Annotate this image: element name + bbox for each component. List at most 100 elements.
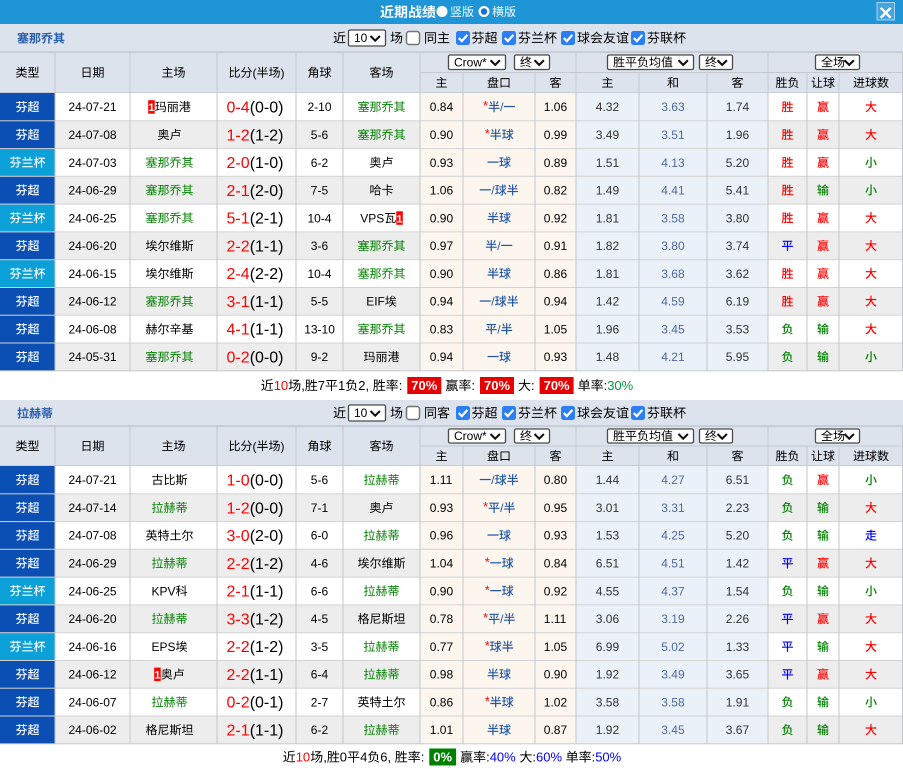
svg-text:(0-1): (0-1) — [250, 695, 284, 712]
svg-text:0-2: 0-2 — [227, 350, 250, 367]
svg-text:3.67: 3.67 — [726, 723, 750, 737]
svg-text:13-10: 13-10 — [304, 322, 335, 336]
svg-text:0.89: 0.89 — [544, 156, 568, 170]
svg-text:24-06-07: 24-06-07 — [69, 695, 117, 709]
svg-text:1.42: 1.42 — [726, 557, 750, 571]
svg-text:24-07-21: 24-07-21 — [69, 473, 117, 487]
svg-text:1.51: 1.51 — [596, 156, 620, 170]
svg-text:1.82: 1.82 — [596, 239, 620, 253]
svg-text:2-1: 2-1 — [227, 183, 250, 200]
svg-text:): ) — [281, 66, 285, 80]
svg-text:(1-1): (1-1) — [250, 238, 284, 255]
svg-text:EIF: EIF — [366, 295, 385, 309]
svg-text:5.20: 5.20 — [726, 156, 750, 170]
svg-text:1.54: 1.54 — [726, 584, 750, 598]
svg-text:10: 10 — [296, 750, 310, 765]
svg-text:0.84: 0.84 — [430, 100, 454, 114]
svg-text:1.01: 1.01 — [430, 723, 454, 737]
svg-text:4-6: 4-6 — [311, 557, 329, 571]
svg-text:(0-0): (0-0) — [250, 500, 284, 517]
svg-text:(0-0): (0-0) — [250, 100, 284, 117]
svg-text:3.49: 3.49 — [661, 668, 685, 682]
svg-text:70%: 70% — [484, 378, 510, 393]
svg-text:(1-2): (1-2) — [250, 611, 284, 628]
svg-text:3.45: 3.45 — [661, 723, 685, 737]
svg-text:1.05: 1.05 — [544, 322, 568, 336]
svg-text:(1-1): (1-1) — [250, 723, 284, 740]
svg-text:60%: 60% — [536, 750, 562, 765]
svg-text:4.37: 4.37 — [661, 584, 685, 598]
svg-text:0.93: 0.93 — [544, 350, 568, 364]
svg-text:24-06-08: 24-06-08 — [69, 322, 117, 336]
svg-text:KPV: KPV — [152, 584, 176, 598]
svg-text:0: 0 — [340, 750, 347, 765]
svg-text:2-1: 2-1 — [227, 723, 250, 740]
svg-text:5-6: 5-6 — [311, 128, 329, 142]
svg-text:1-0: 1-0 — [227, 473, 250, 490]
svg-text:(1-2): (1-2) — [250, 127, 284, 144]
svg-text:3.31: 3.31 — [661, 501, 685, 515]
svg-text:70%: 70% — [544, 378, 570, 393]
svg-text:3.65: 3.65 — [726, 668, 750, 682]
svg-text::: : — [421, 750, 425, 765]
svg-text:3.58: 3.58 — [661, 211, 685, 225]
svg-text:2.23: 2.23 — [726, 501, 750, 515]
svg-text:0.90: 0.90 — [430, 267, 454, 281]
svg-text:4-5: 4-5 — [311, 612, 329, 626]
svg-text:(2-0): (2-0) — [250, 528, 284, 545]
svg-text:1.91: 1.91 — [726, 695, 750, 709]
svg-text:3.62: 3.62 — [726, 267, 750, 281]
svg-text:24-07-08: 24-07-08 — [69, 128, 117, 142]
svg-text:3.58: 3.58 — [596, 695, 620, 709]
svg-text:0.99: 0.99 — [544, 128, 568, 142]
svg-text:(: ( — [253, 66, 257, 80]
svg-text:24-06-15: 24-06-15 — [69, 267, 117, 281]
svg-text:0.90: 0.90 — [430, 584, 454, 598]
svg-text:2-4: 2-4 — [227, 266, 250, 283]
svg-text:2-2: 2-2 — [227, 238, 250, 255]
svg-text:*: * — [485, 693, 490, 708]
svg-text:9-2: 9-2 — [311, 350, 329, 364]
svg-text:*: * — [485, 126, 490, 141]
svg-text:0.91: 0.91 — [544, 239, 568, 253]
svg-text:4.41: 4.41 — [661, 184, 685, 198]
svg-text:4.55: 4.55 — [596, 584, 620, 598]
svg-text:6.51: 6.51 — [596, 557, 620, 571]
svg-text:(2-0): (2-0) — [250, 183, 284, 200]
svg-text:5-5: 5-5 — [311, 295, 329, 309]
svg-text:24-06-12: 24-06-12 — [69, 295, 117, 309]
svg-text:1.96: 1.96 — [726, 128, 750, 142]
svg-text:0.80: 0.80 — [544, 473, 568, 487]
svg-text:1.81: 1.81 — [596, 267, 620, 281]
svg-text:24-07-03: 24-07-03 — [69, 156, 117, 170]
svg-text:0.95: 0.95 — [544, 501, 568, 515]
svg-text:7-1: 7-1 — [311, 501, 329, 515]
svg-text:6-2: 6-2 — [311, 156, 329, 170]
svg-text:1.74: 1.74 — [726, 100, 750, 114]
svg-text:2-0: 2-0 — [227, 155, 250, 172]
svg-text:24-06-25: 24-06-25 — [69, 584, 117, 598]
svg-text:3.63: 3.63 — [661, 100, 685, 114]
svg-text:6.99: 6.99 — [596, 640, 620, 654]
svg-text:2-1: 2-1 — [227, 584, 250, 601]
svg-text:1.44: 1.44 — [596, 473, 620, 487]
svg-text:10-4: 10-4 — [308, 211, 332, 225]
svg-text:*: * — [483, 98, 488, 113]
svg-text:24-06-20: 24-06-20 — [69, 239, 117, 253]
svg-text:0%: 0% — [433, 750, 452, 765]
svg-text:0.90: 0.90 — [430, 211, 454, 225]
svg-text:24-06-29: 24-06-29 — [69, 557, 117, 571]
svg-text:1: 1 — [396, 213, 402, 225]
svg-text:4.32: 4.32 — [596, 100, 620, 114]
svg-text:): ) — [281, 439, 285, 453]
svg-text:0.97: 0.97 — [430, 239, 454, 253]
svg-text:4.21: 4.21 — [661, 350, 685, 364]
svg-text:1.11: 1.11 — [544, 612, 567, 626]
svg-text:70%: 70% — [411, 378, 437, 393]
svg-text:0.84: 0.84 — [544, 557, 568, 571]
svg-text:24-06-16: 24-06-16 — [69, 640, 117, 654]
svg-text:*: * — [485, 555, 490, 570]
svg-text:1.48: 1.48 — [596, 350, 620, 364]
svg-text:1.96: 1.96 — [596, 322, 620, 336]
svg-text:0.90: 0.90 — [544, 668, 568, 682]
